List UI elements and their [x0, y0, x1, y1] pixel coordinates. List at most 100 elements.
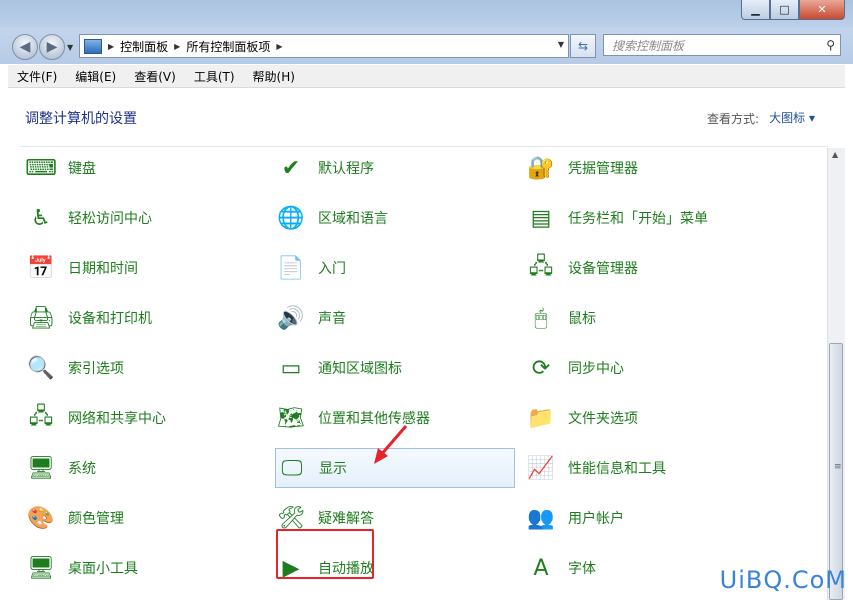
item-label: 设备和打印机: [68, 311, 152, 327]
desktop-gadgets-icon: 🖥: [27, 555, 55, 581]
item-label: 通知区域图标: [318, 361, 402, 377]
item-label: 入门: [318, 261, 346, 277]
minimize-button[interactable]: ▁: [741, 0, 770, 20]
item-taskbar[interactable]: ▤ 任务栏和「开始」菜单: [525, 198, 755, 238]
indexing-icon: 🔍: [27, 355, 55, 381]
control-panel-window: ▁ □ ✕ ◀ ▶ ▼ ▶ 控制面板 ▶ 所有控制面板项 ▶ ▼ ⇆ 搜索控制面…: [0, 0, 853, 600]
item-label: 颜色管理: [68, 511, 124, 527]
device-manager-icon: 🖧: [528, 254, 554, 279]
navigation-bar: ◀ ▶ ▼ ▶ 控制面板 ▶ 所有控制面板项 ▶ ▼ ⇆ 搜索控制面板 ⚲: [0, 28, 853, 64]
item-label: 同步中心: [568, 361, 624, 377]
address-dropdown-icon[interactable]: ▼: [558, 40, 564, 49]
breadcrumb-separator-icon[interactable]: ▶: [276, 42, 282, 51]
page-title: 调整计算机的设置: [25, 111, 137, 127]
mouse-icon: 🖱: [534, 305, 548, 331]
menu-file[interactable]: 文件(F): [8, 68, 66, 85]
item-label: 文件夹选项: [568, 411, 638, 427]
item-label: 键盘: [68, 161, 96, 177]
display-icon: 🖵: [281, 455, 303, 481]
divider: [20, 146, 828, 147]
item-device-manager[interactable]: 🖧 设备管理器: [525, 248, 755, 288]
item-label: 字体: [568, 561, 596, 577]
item-network[interactable]: 🖧 网络和共享中心: [25, 398, 255, 438]
menu-tools[interactable]: 工具(T): [185, 68, 244, 85]
menu-help[interactable]: 帮助(H): [244, 68, 304, 85]
notification-area-icon: ▭: [280, 355, 302, 381]
item-performance[interactable]: 📈 性能信息和工具: [525, 448, 755, 488]
item-keyboard[interactable]: ⌨ 键盘: [25, 148, 255, 188]
view-by-label: 查看方式:: [706, 112, 759, 126]
sound-icon: 🔊: [277, 305, 305, 331]
back-button[interactable]: ◀: [12, 34, 38, 60]
window-controls: ▁ □ ✕: [741, 0, 845, 20]
getting-started-icon: 📄: [277, 255, 305, 281]
item-getting-started[interactable]: 📄 入门: [275, 248, 505, 288]
item-credential-manager[interactable]: 🔐 凭据管理器: [525, 148, 755, 188]
breadcrumb-separator-icon[interactable]: ▶: [108, 42, 114, 51]
item-desktop-gadgets[interactable]: 🖥 桌面小工具: [25, 548, 255, 588]
printer-icon: 🖨: [27, 305, 55, 331]
item-sync-center[interactable]: ⟳ 同步中心: [525, 348, 755, 388]
menu-bar: 文件(F) 编辑(E) 查看(V) 工具(T) 帮助(H): [8, 65, 845, 88]
menu-edit[interactable]: 编辑(E): [66, 68, 125, 85]
performance-icon: 📈: [527, 455, 555, 481]
item-color-management[interactable]: 🎨 颜色管理: [25, 498, 255, 538]
item-default-programs[interactable]: ✔ 默认程序: [275, 148, 505, 188]
item-notification-area[interactable]: ▭ 通知区域图标: [275, 348, 505, 388]
search-input[interactable]: 搜索控制面板 ⚲: [603, 34, 841, 56]
item-user-accounts[interactable]: 👥 用户帐户: [525, 498, 755, 538]
menu-view[interactable]: 查看(V): [125, 68, 185, 85]
control-panel-icon: [84, 38, 102, 54]
item-region-language[interactable]: 🌐 区域和语言: [275, 198, 505, 238]
sync-center-icon: ⟳: [531, 355, 551, 381]
date-time-icon: 📅: [27, 255, 55, 281]
folder-options-icon: 📁: [527, 405, 555, 431]
forward-button[interactable]: ▶: [39, 34, 65, 60]
item-label: 鼠标: [568, 311, 596, 327]
region-language-icon: 🌐: [277, 205, 305, 231]
item-label: 区域和语言: [318, 211, 388, 227]
item-sound[interactable]: 🔊 声音: [275, 298, 505, 338]
item-indexing[interactable]: 🔍 索引选项: [25, 348, 255, 388]
user-accounts-icon: 👥: [527, 505, 555, 531]
item-date-time[interactable]: 📅 日期和时间: [25, 248, 255, 288]
watermark: UiBQ.CoM: [719, 566, 847, 594]
search-placeholder: 搜索控制面板: [612, 38, 685, 53]
view-by-dropdown[interactable]: 大图标 ▾: [769, 109, 815, 126]
system-icon: 🖥: [27, 455, 55, 481]
search-icon[interactable]: ⚲: [826, 38, 835, 52]
item-label: 轻松访问中心: [68, 211, 152, 227]
close-button[interactable]: ✕: [799, 0, 845, 20]
item-label: 性能信息和工具: [568, 461, 666, 477]
credential-manager-icon: 🔐: [527, 155, 555, 181]
item-label: 默认程序: [318, 161, 374, 177]
item-printer[interactable]: 🖨 设备和打印机: [25, 298, 255, 338]
content-pane: 调整计算机的设置 查看方式: 大图标 ▾ ⌨ 键盘 ✔ 默认程序 🔐 凭据管理器 ♿ 轻松访问…: [8, 88, 845, 600]
item-label: 疑难解答: [318, 511, 374, 527]
item-label: 索引选项: [68, 361, 124, 377]
item-mouse[interactable]: 🖱 鼠标: [525, 298, 755, 338]
vertical-scrollbar[interactable]: ▲ ≡: [827, 148, 845, 600]
maximize-button[interactable]: □: [770, 0, 799, 20]
item-system[interactable]: 🖥 系统: [25, 448, 255, 488]
item-label: 声音: [318, 311, 346, 327]
breadcrumb-separator-icon[interactable]: ▶: [174, 42, 180, 51]
scroll-up-icon[interactable]: ▲: [832, 150, 838, 159]
history-dropdown-icon[interactable]: ▼: [67, 43, 73, 52]
item-folder-options[interactable]: 📁 文件夹选项: [525, 398, 755, 438]
item-label: 桌面小工具: [68, 561, 138, 577]
keyboard-icon: ⌨: [25, 155, 57, 181]
breadcrumb-all-items[interactable]: 所有控制面板项: [186, 38, 270, 55]
location-sensor-icon: 🗺: [277, 405, 305, 431]
breadcrumb-control-panel[interactable]: 控制面板: [120, 38, 168, 55]
scrollbar-thumb[interactable]: ≡: [829, 343, 843, 600]
network-icon: 🖧: [28, 404, 54, 429]
item-label: 设备管理器: [568, 261, 638, 277]
highlight-box: [276, 529, 374, 579]
item-label: 凭据管理器: [568, 161, 638, 177]
refresh-button[interactable]: ⇆: [570, 34, 596, 58]
address-bar[interactable]: ▶ 控制面板 ▶ 所有控制面板项 ▶ ▼: [79, 34, 569, 58]
color-management-icon: 🎨: [27, 505, 55, 531]
title-bar[interactable]: ▁ □ ✕: [0, 0, 853, 28]
item-ease-of-access[interactable]: ♿ 轻松访问中心: [25, 198, 255, 238]
